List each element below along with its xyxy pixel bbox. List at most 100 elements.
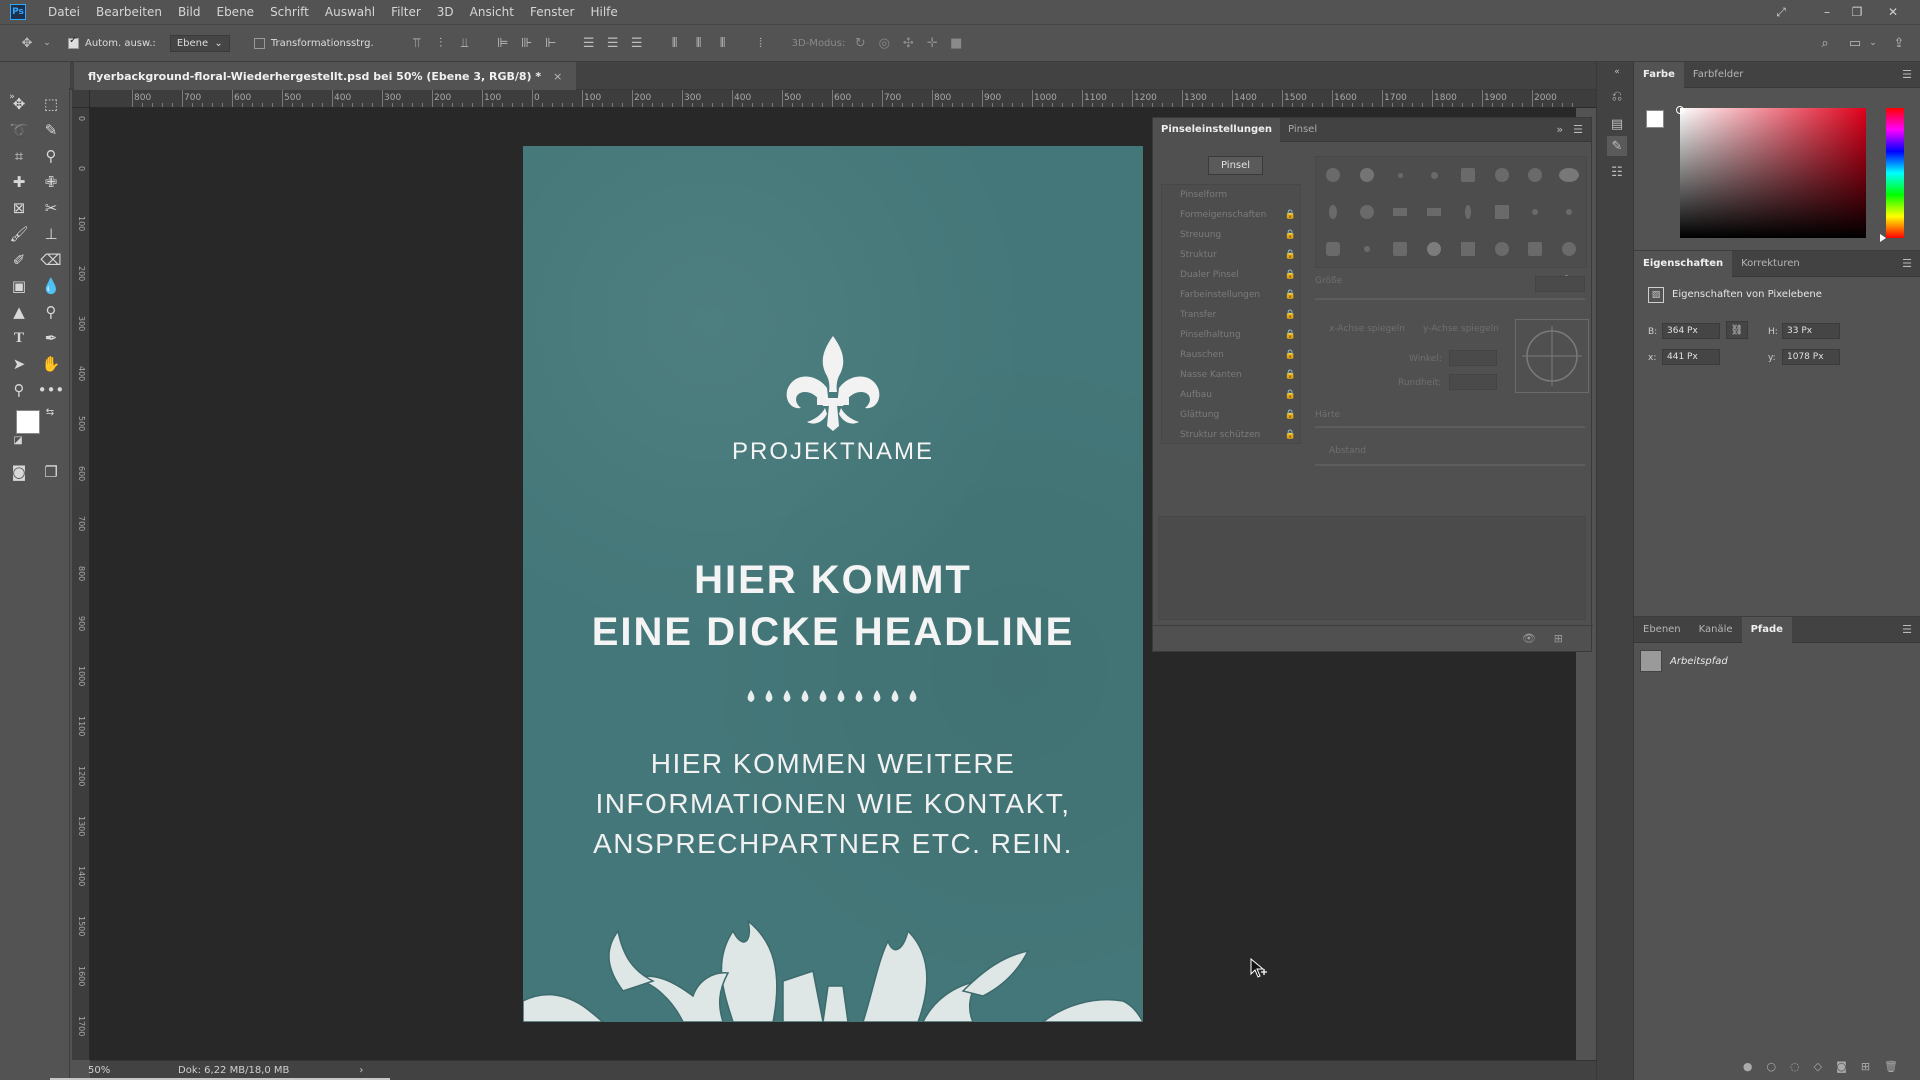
setting-noise[interactable]: Rauschen 🔒	[1162, 345, 1300, 365]
brush-tool-icon[interactable]: 🖌	[6, 222, 32, 246]
auto-align-icon[interactable]: ⦙	[752, 34, 770, 52]
stroke-path-icon[interactable]: ○	[1766, 1060, 1776, 1073]
brush-tip[interactable]	[1417, 157, 1451, 194]
eraser-tool-icon[interactable]: ⌫	[38, 248, 64, 272]
panel-menu-icon[interactable]: ☰	[1573, 123, 1583, 136]
align-top-icon[interactable]: ⫪	[408, 34, 426, 52]
brush-angle-preview[interactable]	[1515, 319, 1589, 393]
dodge-tool-icon[interactable]: ⚲	[38, 300, 64, 324]
auto-select-dropdown[interactable]: Ebene ⌄	[169, 34, 230, 52]
brush-tip[interactable]	[1485, 194, 1519, 231]
y-field[interactable]: 1078 Px	[1782, 349, 1840, 365]
brush-tip[interactable]	[1451, 194, 1485, 231]
ruler-origin[interactable]	[72, 90, 90, 108]
lock-icon[interactable]: 🔒	[1285, 245, 1296, 265]
close-window-icon[interactable]: ✕	[1876, 0, 1910, 24]
align-bottom-icon[interactable]: ⫫	[456, 34, 474, 52]
brush-tip[interactable]	[1316, 230, 1350, 267]
history-brush-tool-icon[interactable]: ✐	[6, 248, 32, 272]
zoom-tool-icon[interactable]: ⚲	[6, 378, 32, 402]
delete-path-icon[interactable]: 🗑	[1884, 1060, 1898, 1073]
new-path-icon[interactable]: ⊞	[1861, 1060, 1870, 1073]
distribute-hcenter-icon[interactable]: ⦀	[690, 34, 708, 52]
gradient-tool-icon[interactable]: ▣	[6, 274, 32, 298]
hue-marker-icon[interactable]	[1880, 234, 1886, 242]
new-brush-icon[interactable]: ⊞	[1554, 632, 1563, 645]
toggle-live-tip-icon[interactable]: 👁	[1522, 632, 1536, 645]
color-field[interactable]	[1680, 108, 1866, 238]
hand-tool-icon[interactable]: ✋	[38, 352, 64, 376]
align-right-icon[interactable]: ⊩	[542, 34, 560, 52]
lock-icon[interactable]: 🔒	[1285, 305, 1296, 325]
tab-properties[interactable]: Eigenschaften	[1634, 250, 1733, 277]
hue-slider[interactable]	[1886, 108, 1904, 238]
3d-pan-icon[interactable]: ✣	[899, 34, 917, 52]
3d-scale-icon[interactable]: ■	[947, 34, 965, 52]
more-tools-icon[interactable]: •••	[38, 378, 65, 402]
menu-auswahl[interactable]: Auswahl	[317, 0, 383, 24]
brush-settings-icon[interactable]: ▤	[1607, 114, 1627, 134]
workspace-icon[interactable]: ▭	[1846, 34, 1864, 52]
lock-icon[interactable]: 🔒	[1285, 285, 1296, 305]
tab-adjustments[interactable]: Korrekturen	[1732, 251, 1809, 277]
collapse-dock-icon[interactable]: «	[1607, 66, 1627, 78]
setting-color-dynamics[interactable]: Farbeinstellungen 🔒	[1162, 285, 1300, 305]
height-field[interactable]: 33 Px	[1782, 323, 1840, 339]
swap-colors-icon[interactable]: ⇆	[44, 406, 56, 418]
panel-menu-icon[interactable]: ☰	[1902, 68, 1912, 81]
align-left-icon[interactable]: ⊫	[494, 34, 512, 52]
distribute-left-icon[interactable]: ⦀	[666, 34, 684, 52]
lock-icon[interactable]: 🔒	[1285, 205, 1296, 225]
brush-tip[interactable]	[1552, 230, 1586, 267]
zoom-level[interactable]: 50%	[88, 1065, 138, 1076]
path-select-tool-icon[interactable]: ➤	[6, 352, 32, 376]
brush-tip[interactable]	[1451, 157, 1485, 194]
color-picker-marker[interactable]	[1676, 106, 1684, 114]
tab-channels[interactable]: Kanäle	[1690, 617, 1742, 643]
flyer-artboard[interactable]: PROJEKTNAME HIER KOMMT EINE DICKE HEADLI…	[523, 146, 1143, 1022]
menu-3d[interactable]: 3D	[429, 0, 462, 24]
brush-tip-grid[interactable]	[1315, 156, 1587, 268]
distribute-bottom-icon[interactable]: ☰	[628, 34, 646, 52]
setting-transfer[interactable]: Transfer 🔒	[1162, 305, 1300, 325]
menu-ansicht[interactable]: Ansicht	[462, 0, 522, 24]
menu-ebene[interactable]: Ebene	[208, 0, 262, 24]
lock-icon[interactable]: 🔒	[1285, 265, 1296, 285]
3d-slide-icon[interactable]: ✛	[923, 34, 941, 52]
frame-tool-icon[interactable]: ⊠	[6, 196, 32, 220]
setting-protect-texture[interactable]: Struktur schützen 🔒	[1162, 425, 1300, 445]
foreground-color-swatch[interactable]	[16, 410, 40, 434]
collapse-panel-icon[interactable]: »	[1556, 123, 1563, 136]
tab-brushes[interactable]: Pinsel	[1280, 118, 1325, 142]
sharpen-tool-icon[interactable]: ▲	[6, 300, 32, 324]
brush-tip[interactable]	[1417, 194, 1451, 231]
move-tool-icon[interactable]: ✥	[6, 92, 32, 116]
stamp-tool-icon[interactable]: ⊥	[38, 222, 64, 246]
brush-tip[interactable]	[1350, 230, 1384, 267]
auto-select-checkbox[interactable]	[68, 35, 79, 49]
setting-brush-pose[interactable]: Pinselhaltung 🔒	[1162, 325, 1300, 345]
roundness-field[interactable]	[1449, 374, 1497, 390]
tab-color[interactable]: Farbe	[1634, 61, 1684, 88]
marquee-tool-icon[interactable]: ⬚	[38, 92, 64, 116]
3d-roll-icon[interactable]: ◎	[875, 34, 893, 52]
brush-tip[interactable]	[1519, 230, 1553, 267]
document-tab[interactable]: flyerbackground-floral-Wiederhergestellt…	[74, 62, 577, 90]
photoshop-logo-icon[interactable]: Ps	[10, 4, 26, 20]
setting-build-up[interactable]: Aufbau 🔒	[1162, 385, 1300, 405]
healing-brush-tool-icon[interactable]: ✚	[6, 170, 32, 194]
foreground-color-swatch[interactable]	[1646, 110, 1664, 128]
menu-hilfe[interactable]: Hilfe	[582, 0, 625, 24]
close-tab-icon[interactable]: ×	[553, 70, 562, 83]
transform-controls-checkbox[interactable]	[253, 37, 265, 49]
brush-presets-button[interactable]: Pinsel	[1208, 156, 1264, 175]
size-field[interactable]	[1535, 276, 1585, 292]
setting-scattering[interactable]: Streuung 🔒	[1162, 225, 1300, 245]
quick-mask-icon[interactable]: ◙	[6, 460, 32, 484]
screen-mode-icon[interactable]: ❐	[38, 460, 64, 484]
distribute-vcenter-icon[interactable]: ☰	[604, 34, 622, 52]
setting-wet-edges[interactable]: Nasse Kanten 🔒	[1162, 365, 1300, 385]
brush-tip[interactable]	[1552, 157, 1586, 194]
align-hcenter-icon[interactable]: ⊪	[518, 34, 536, 52]
brush-tip[interactable]	[1519, 157, 1553, 194]
